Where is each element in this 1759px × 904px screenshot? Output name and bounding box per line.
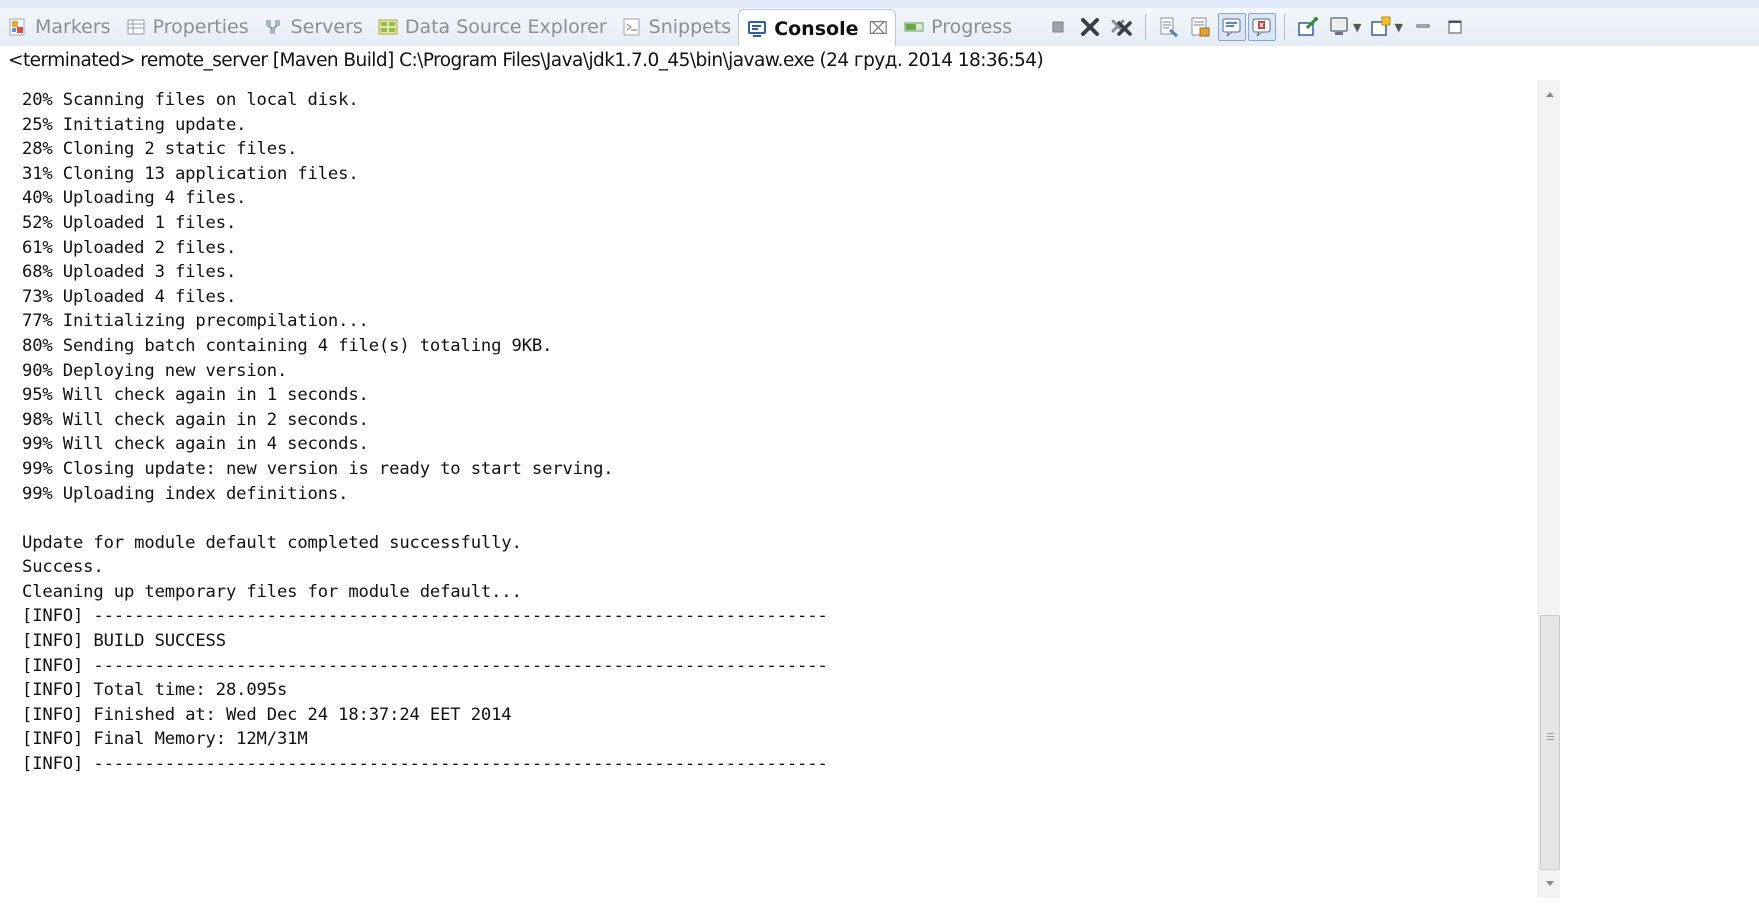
console-status-line: <terminated> remote_server [Maven Build]… <box>0 46 1759 76</box>
tab-console-label: Console <box>774 17 859 40</box>
tab-data-source-explorer-label: Data Source Explorer <box>404 16 607 38</box>
console-line: 99% Will check again in 4 seconds. <box>22 434 369 455</box>
tab-properties[interactable]: Properties <box>118 9 256 45</box>
display-selected-console-icon[interactable] <box>1328 15 1352 39</box>
toolbar-separator <box>1145 14 1146 40</box>
progress-icon <box>904 17 924 37</box>
tab-snippets-label: Snippets <box>648 16 732 38</box>
terminate-icon[interactable] <box>1046 15 1070 39</box>
servers-icon <box>264 17 284 37</box>
console-line: Success. <box>22 557 104 578</box>
console-line: [INFO] Finished at: Wed Dec 24 18:37:24 … <box>22 704 512 725</box>
console-line: [INFO] Final Memory: 12M/31M <box>22 729 308 750</box>
console-line: 25% Initiating update. <box>22 114 247 135</box>
console-toolbar: ▼ ▼ <box>1042 8 1471 46</box>
tab-console[interactable]: Console ⌧ <box>738 9 897 47</box>
console-line: 52% Uploaded 1 files. <box>22 212 237 233</box>
tab-markers-label: Markers <box>35 16 111 38</box>
tab-properties-label: Properties <box>152 16 249 38</box>
chevron-down-icon[interactable]: ▼ <box>1353 21 1361 34</box>
maximize-icon[interactable] <box>1443 15 1467 39</box>
scrollbar-thumb[interactable] <box>1540 615 1560 870</box>
open-console-icon[interactable] <box>1369 15 1393 39</box>
scroll-up-icon[interactable] <box>1539 84 1560 104</box>
console-icon <box>747 19 767 39</box>
console-line: 28% Cloning 2 static files. <box>22 139 298 160</box>
console-line: 31% Cloning 13 application files. <box>22 163 359 184</box>
tab-servers[interactable]: Servers <box>256 9 370 45</box>
scroll-lock-icon[interactable] <box>1189 15 1213 39</box>
console-line: 61% Uploaded 2 files. <box>22 237 237 258</box>
remove-all-terminated-icon[interactable] <box>1110 15 1134 39</box>
vertical-scrollbar[interactable] <box>1538 80 1560 898</box>
console-line: 68% Uploaded 3 files. <box>22 262 237 283</box>
console-line: Cleaning up temporary files for module d… <box>22 581 522 602</box>
console-line: 73% Uploaded 4 files. <box>22 286 237 307</box>
console-line: 99% Uploading index definitions. <box>22 483 349 504</box>
console-output[interactable]: 20% Scanning files on local disk. 25% Ini… <box>22 88 1522 888</box>
console-line: 77% Initializing precompilation... <box>22 311 369 332</box>
pin-console-icon[interactable] <box>1296 15 1320 39</box>
tab-snippets[interactable]: Snippets <box>614 9 739 45</box>
tab-servers-label: Servers <box>290 16 363 38</box>
console-line: 20% Scanning files on local disk. <box>22 90 359 110</box>
markers-icon <box>8 17 28 37</box>
console-line: 90% Deploying new version. <box>22 360 288 381</box>
console-line: Update for module default completed succ… <box>22 532 522 553</box>
console-line: 80% Sending batch containing 4 file(s) t… <box>22 335 553 356</box>
console-line: [INFO] ---------------------------------… <box>22 655 828 676</box>
console-line: 95% Will check again in 1 seconds. <box>22 385 369 406</box>
toolbar-separator <box>1284 14 1285 40</box>
scroll-down-icon[interactable] <box>1539 874 1560 894</box>
chevron-down-icon[interactable]: ▼ <box>1394 21 1402 34</box>
remove-launch-icon[interactable] <box>1078 15 1102 39</box>
scrollbar-grip-icon <box>1547 733 1554 742</box>
show-console-stderr-icon[interactable] <box>1248 13 1276 41</box>
console-line: 40% Uploading 4 files. <box>22 188 247 209</box>
tab-data-source-explorer[interactable]: Data Source Explorer <box>370 9 614 45</box>
console-line: 99% Closing update: new version is ready… <box>22 458 614 479</box>
tab-progress[interactable]: Progress <box>896 9 1019 45</box>
tab-markers[interactable]: Markers <box>0 9 118 45</box>
console-line: [INFO] ---------------------------------… <box>22 606 828 627</box>
tab-progress-label: Progress <box>931 16 1013 38</box>
properties-icon <box>126 17 146 37</box>
top-border <box>0 0 1759 8</box>
console-line: [INFO] BUILD SUCCESS <box>22 631 226 652</box>
clear-console-icon[interactable] <box>1157 15 1181 39</box>
console-line: [INFO] Total time: 28.095s <box>22 680 288 701</box>
console-line: [INFO] ---------------------------------… <box>22 754 828 775</box>
console-line: 98% Will check again in 2 seconds. <box>22 409 369 430</box>
data-source-explorer-icon <box>378 17 398 37</box>
minimize-icon[interactable] <box>1411 15 1435 39</box>
show-console-stdout-icon[interactable] <box>1218 13 1246 41</box>
view-tab-bar: Markers Properties Servers Data Source E… <box>0 8 1759 47</box>
snippets-icon <box>622 17 642 37</box>
close-icon[interactable]: ⌧ <box>868 19 888 39</box>
